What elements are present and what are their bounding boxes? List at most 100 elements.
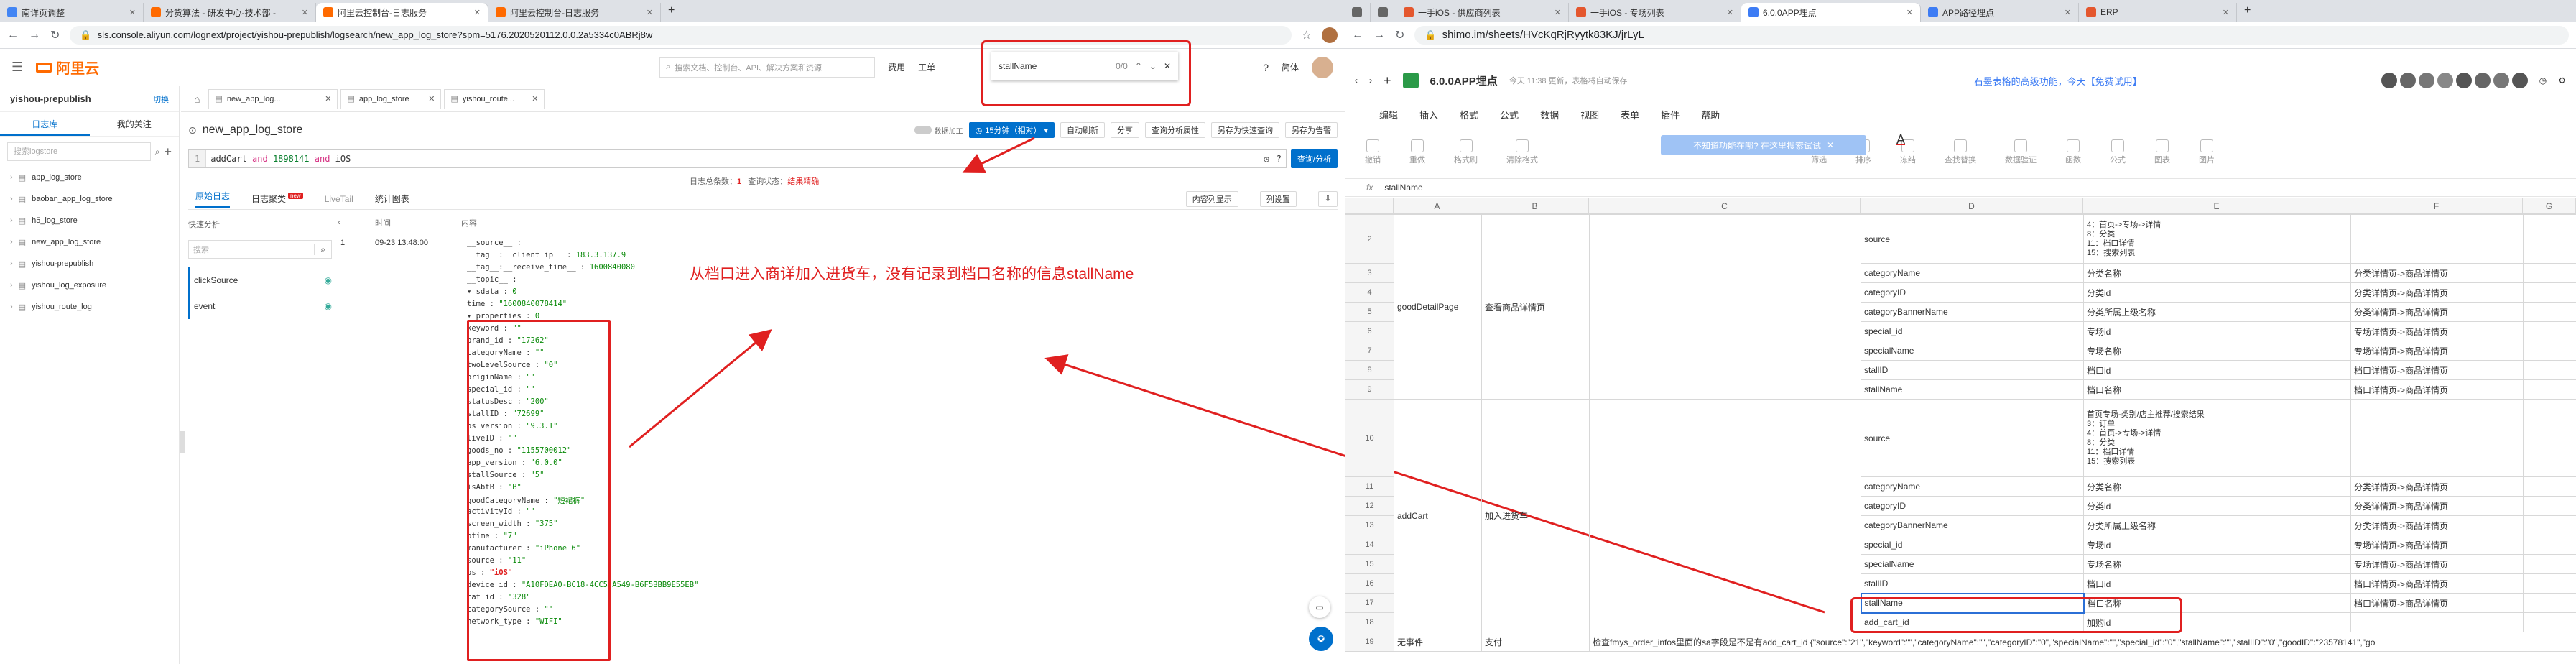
path-cell[interactable]: 专场详情页->商品详情页 (2350, 341, 2524, 361)
cell[interactable] (2523, 496, 2576, 516)
row-number[interactable]: 9 (1345, 379, 1394, 400)
desc-cell[interactable]: 首页专场-类别/店主推荐/搜索结果 3：订单 4：首页->专场->详情 8：分类… (2083, 399, 2351, 477)
path-cell[interactable]: 分类详情页->商品详情页 (2350, 302, 2524, 322)
menu-item[interactable]: 表单 (1621, 108, 1639, 121)
toolbar-button[interactable]: 撤销 (1365, 139, 1381, 165)
cell[interactable] (2523, 535, 2576, 555)
menu-item[interactable]: 插入 (1419, 108, 1438, 121)
toolbar-button[interactable]: 函数 (2065, 139, 2081, 165)
field-search-input[interactable]: 搜索 (189, 244, 314, 255)
browser-tab[interactable]: 一手iOS - 专场列表 ✕ (1569, 3, 1741, 22)
cell[interactable] (2523, 282, 2576, 303)
row-number[interactable]: 12 (1345, 496, 1394, 516)
new-tab-icon[interactable]: + (2237, 4, 2258, 22)
cell[interactable] (2523, 593, 2576, 613)
field-item[interactable]: event ◉ (188, 293, 332, 319)
row-number[interactable]: 14 (1345, 535, 1394, 555)
path-cell[interactable]: 档口详情页->商品详情页 (2350, 379, 2524, 400)
row-number[interactable]: 13 (1345, 515, 1394, 535)
assistant-icon[interactable]: ✪ (1309, 627, 1333, 651)
row-number[interactable]: 19 (1345, 632, 1394, 652)
event-name-cell[interactable]: 加入进货车 (1481, 399, 1590, 632)
desc-cell[interactable]: 分类所属上级名称 (2083, 515, 2351, 535)
chat-icon[interactable]: ▭ (1309, 596, 1330, 618)
cell[interactable]: 无事件 (1394, 632, 1482, 652)
cell[interactable] (2523, 263, 2576, 283)
desc-cell[interactable]: 分类所属上级名称 (2083, 302, 2351, 322)
menu-item[interactable]: 帮助 (1701, 108, 1720, 121)
browser-tab[interactable]: 6.0.0APP埋点 ✕ (1741, 3, 1921, 22)
param-cell[interactable]: source (1861, 399, 2084, 477)
param-cell[interactable]: specialName (1861, 341, 2084, 361)
path-cell[interactable]: 分类详情页->商品详情页 (2350, 476, 2524, 497)
browser-tab[interactable]: ERP ✕ (2079, 3, 2237, 22)
toolbar-button[interactable]: 图表 (2154, 139, 2170, 165)
doc-title[interactable]: 6.0.0APP埋点 (1430, 73, 1498, 88)
menu-item[interactable]: 格式 (1460, 108, 1478, 121)
col-header[interactable]: B (1481, 198, 1589, 213)
close-icon[interactable]: ✕ (2065, 8, 2071, 17)
col-header[interactable]: C (1589, 198, 1861, 213)
desc-cell[interactable]: 分类id (2083, 496, 2351, 516)
desc-cell[interactable]: 档口id (2083, 360, 2351, 380)
path-cell[interactable]: 分类详情页->商品详情页 (2350, 496, 2524, 516)
cell[interactable] (2523, 360, 2576, 380)
browser-tab[interactable]: APP路径埋点 ✕ (1921, 3, 2079, 22)
row-number[interactable]: 10 (1345, 399, 1394, 477)
row-number[interactable]: 18 (1345, 612, 1394, 632)
search-icon[interactable]: ⌕ (314, 244, 331, 255)
row-number[interactable]: 15 (1345, 554, 1394, 574)
toolbar-button[interactable]: 重做 (1409, 139, 1425, 165)
toolbar-button[interactable]: 数据验证 (2005, 139, 2037, 165)
tab-raw-logs[interactable]: 原始日志 (195, 190, 231, 208)
row-number[interactable]: 8 (1345, 360, 1394, 380)
desc-cell[interactable]: 档口名称 (2083, 379, 2351, 400)
path-cell[interactable] (2350, 612, 2524, 632)
path-cell[interactable]: 档口详情页->商品详情页 (2350, 360, 2524, 380)
desc-cell[interactable]: 分类id (2083, 282, 2351, 303)
row-number[interactable]: 7 (1345, 341, 1394, 361)
desc-cell[interactable]: 档口id (2083, 573, 2351, 594)
chevron-left-icon[interactable]: ‹ (1355, 75, 1358, 86)
back-icon[interactable]: ← (1352, 29, 1363, 42)
row-number[interactable]: 17 (1345, 593, 1394, 613)
cell[interactable] (2523, 554, 2576, 574)
col-header[interactable]: D (1861, 198, 2083, 213)
note-cell[interactable]: 检查fmys_order_infos里面的sa字段是不是有add_cart_id… (1589, 632, 2576, 652)
search-feature-tooltip[interactable]: 不知道功能在哪? 在这里搜索试试 ✕ (1661, 135, 1866, 155)
toolbar-button[interactable]: 图片 (2199, 139, 2215, 165)
forward-icon[interactable]: → (1373, 29, 1385, 42)
cell[interactable] (2523, 612, 2576, 632)
toolbar-button[interactable]: 公式 (2110, 139, 2126, 165)
cell[interactable] (2523, 214, 2576, 264)
row-number[interactable]: 2 (1345, 214, 1394, 264)
row-number[interactable]: 4 (1345, 282, 1394, 303)
tab-charts[interactable]: 统计图表 (375, 193, 409, 205)
note-cell[interactable] (1589, 399, 1861, 632)
cell[interactable] (2523, 341, 2576, 361)
menu-item[interactable]: 数据 (1540, 108, 1559, 121)
row-number[interactable]: 6 (1345, 321, 1394, 341)
path-cell[interactable] (2350, 399, 2524, 477)
browser-tab[interactable]: ✕ (1371, 3, 1396, 22)
cell[interactable] (2523, 476, 2576, 497)
chevron-right-icon[interactable]: › (1369, 75, 1372, 86)
browser-tab[interactable]: 一手iOS - 供应商列表 ✕ (1396, 3, 1569, 22)
path-cell[interactable] (2350, 214, 2524, 264)
desc-cell[interactable]: 分类名称 (2083, 263, 2351, 283)
desc-cell[interactable]: 专场id (2083, 535, 2351, 555)
param-cell[interactable]: special_id (1861, 535, 2084, 555)
param-cell[interactable]: categoryName (1861, 263, 2084, 283)
path-cell[interactable]: 档口详情页->商品详情页 (2350, 593, 2524, 613)
param-cell[interactable]: source (1861, 214, 2084, 264)
path-cell[interactable]: 分类详情页->商品详情页 (2350, 515, 2524, 535)
path-cell[interactable]: 专场详情页->商品详情页 (2350, 535, 2524, 555)
cell[interactable] (2523, 399, 2576, 477)
desc-cell[interactable]: 专场名称 (2083, 554, 2351, 574)
font-color-icon[interactable]: A (1896, 132, 1905, 147)
param-cell[interactable]: stallID (1861, 360, 2084, 380)
browser-tab[interactable]: ✕ (1345, 3, 1371, 22)
cell[interactable] (2523, 321, 2576, 341)
cell[interactable] (2523, 379, 2576, 400)
col-header[interactable]: E (2083, 198, 2350, 213)
